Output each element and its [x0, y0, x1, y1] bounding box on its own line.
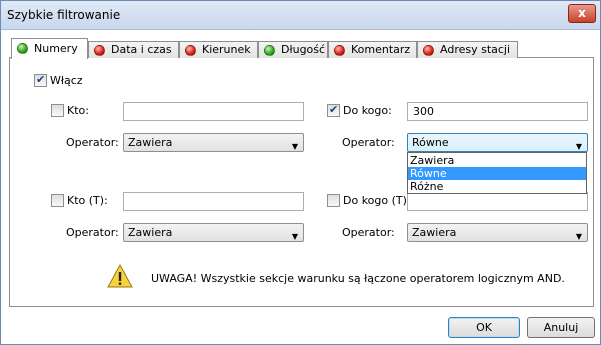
do-kogo-input[interactable]: 300 [407, 102, 588, 121]
kto-operator-select[interactable]: Zawiera ▼ [123, 133, 304, 152]
window-title: Szybkie filtrowanie [7, 8, 121, 22]
dropdown-option-zawiera[interactable]: Zawiera [408, 154, 586, 167]
kto-t-label: Kto (T): [67, 194, 108, 207]
status-green-icon [264, 45, 275, 56]
dropdown-option-rowne[interactable]: Równe [408, 167, 586, 180]
tab-label: Adresy stacji [440, 43, 511, 56]
do-kogo-operator-label: Operator: [342, 136, 395, 149]
ok-button[interactable]: OK [448, 317, 520, 338]
status-red-icon [94, 45, 105, 56]
title-bar[interactable]: Szybkie filtrowanie x [1, 1, 600, 30]
tab-dlugosc[interactable]: Długość [258, 41, 328, 58]
chevron-down-icon: ▼ [575, 232, 582, 241]
status-green-icon [17, 43, 28, 54]
kto-checkbox[interactable] [51, 104, 64, 117]
do-kogo-operator-select[interactable]: Równe ▼ [407, 133, 588, 152]
enable-checkbox[interactable] [34, 73, 47, 87]
status-red-icon [334, 45, 345, 56]
kto-t-operator-label: Operator: [66, 226, 119, 239]
dropdown-option-rozne[interactable]: Różne [408, 180, 586, 193]
do-kogo-t-input[interactable] [407, 192, 588, 211]
do-kogo-t-operator-select[interactable]: Zawiera ▼ [407, 223, 588, 242]
tab-komentarz[interactable]: Komentarz [328, 41, 417, 58]
operator-dropdown-list: Zawiera Równe Różne [407, 152, 587, 194]
tab-numery[interactable]: Numery [11, 38, 88, 59]
warning-icon [107, 264, 133, 288]
do-kogo-checkbox[interactable] [327, 103, 340, 117]
close-button[interactable]: x [568, 4, 596, 23]
kto-input[interactable] [123, 102, 304, 121]
tab-label: Komentarz [351, 43, 411, 56]
tab-label: Kierunek [202, 43, 251, 56]
status-red-icon [423, 45, 434, 56]
kto-operator-value: Zawiera [128, 136, 173, 149]
warning-text: UWAGA! Wszystkie sekcje warunku są łączo… [151, 272, 565, 285]
kto-t-operator-value: Zawiera [128, 226, 173, 239]
do-kogo-t-checkbox[interactable] [327, 194, 340, 207]
enable-label: Włącz [50, 74, 83, 87]
tab-data-i-czas[interactable]: Data i czas [88, 41, 179, 58]
status-red-icon [185, 45, 196, 56]
kto-t-operator-select[interactable]: Zawiera ▼ [123, 223, 304, 242]
tab-label: Długość [281, 43, 326, 56]
cancel-button[interactable]: Anuluj [527, 317, 595, 338]
tab-label: Numery [34, 42, 78, 55]
do-kogo-t-operator-value: Zawiera [412, 226, 457, 239]
do-kogo-label: Do kogo: [343, 104, 392, 117]
kto-operator-label: Operator: [66, 136, 119, 149]
tab-adresy-stacji[interactable]: Adresy stacji [417, 41, 518, 58]
kto-t-input[interactable] [123, 192, 304, 211]
kto-t-checkbox[interactable] [51, 194, 64, 207]
dialog-window: Szybkie filtrowanie x Numery Data i czas… [0, 0, 601, 345]
do-kogo-operator-value: Równe [412, 136, 449, 149]
do-kogo-t-label: Do kogo (T): [343, 194, 411, 207]
chevron-down-icon: ▼ [291, 142, 298, 151]
chevron-down-icon: ▼ [291, 232, 298, 241]
tab-kierunek[interactable]: Kierunek [179, 41, 258, 58]
kto-label: Kto: [67, 104, 89, 117]
tab-label: Data i czas [111, 43, 172, 56]
do-kogo-t-operator-label: Operator: [342, 226, 395, 239]
